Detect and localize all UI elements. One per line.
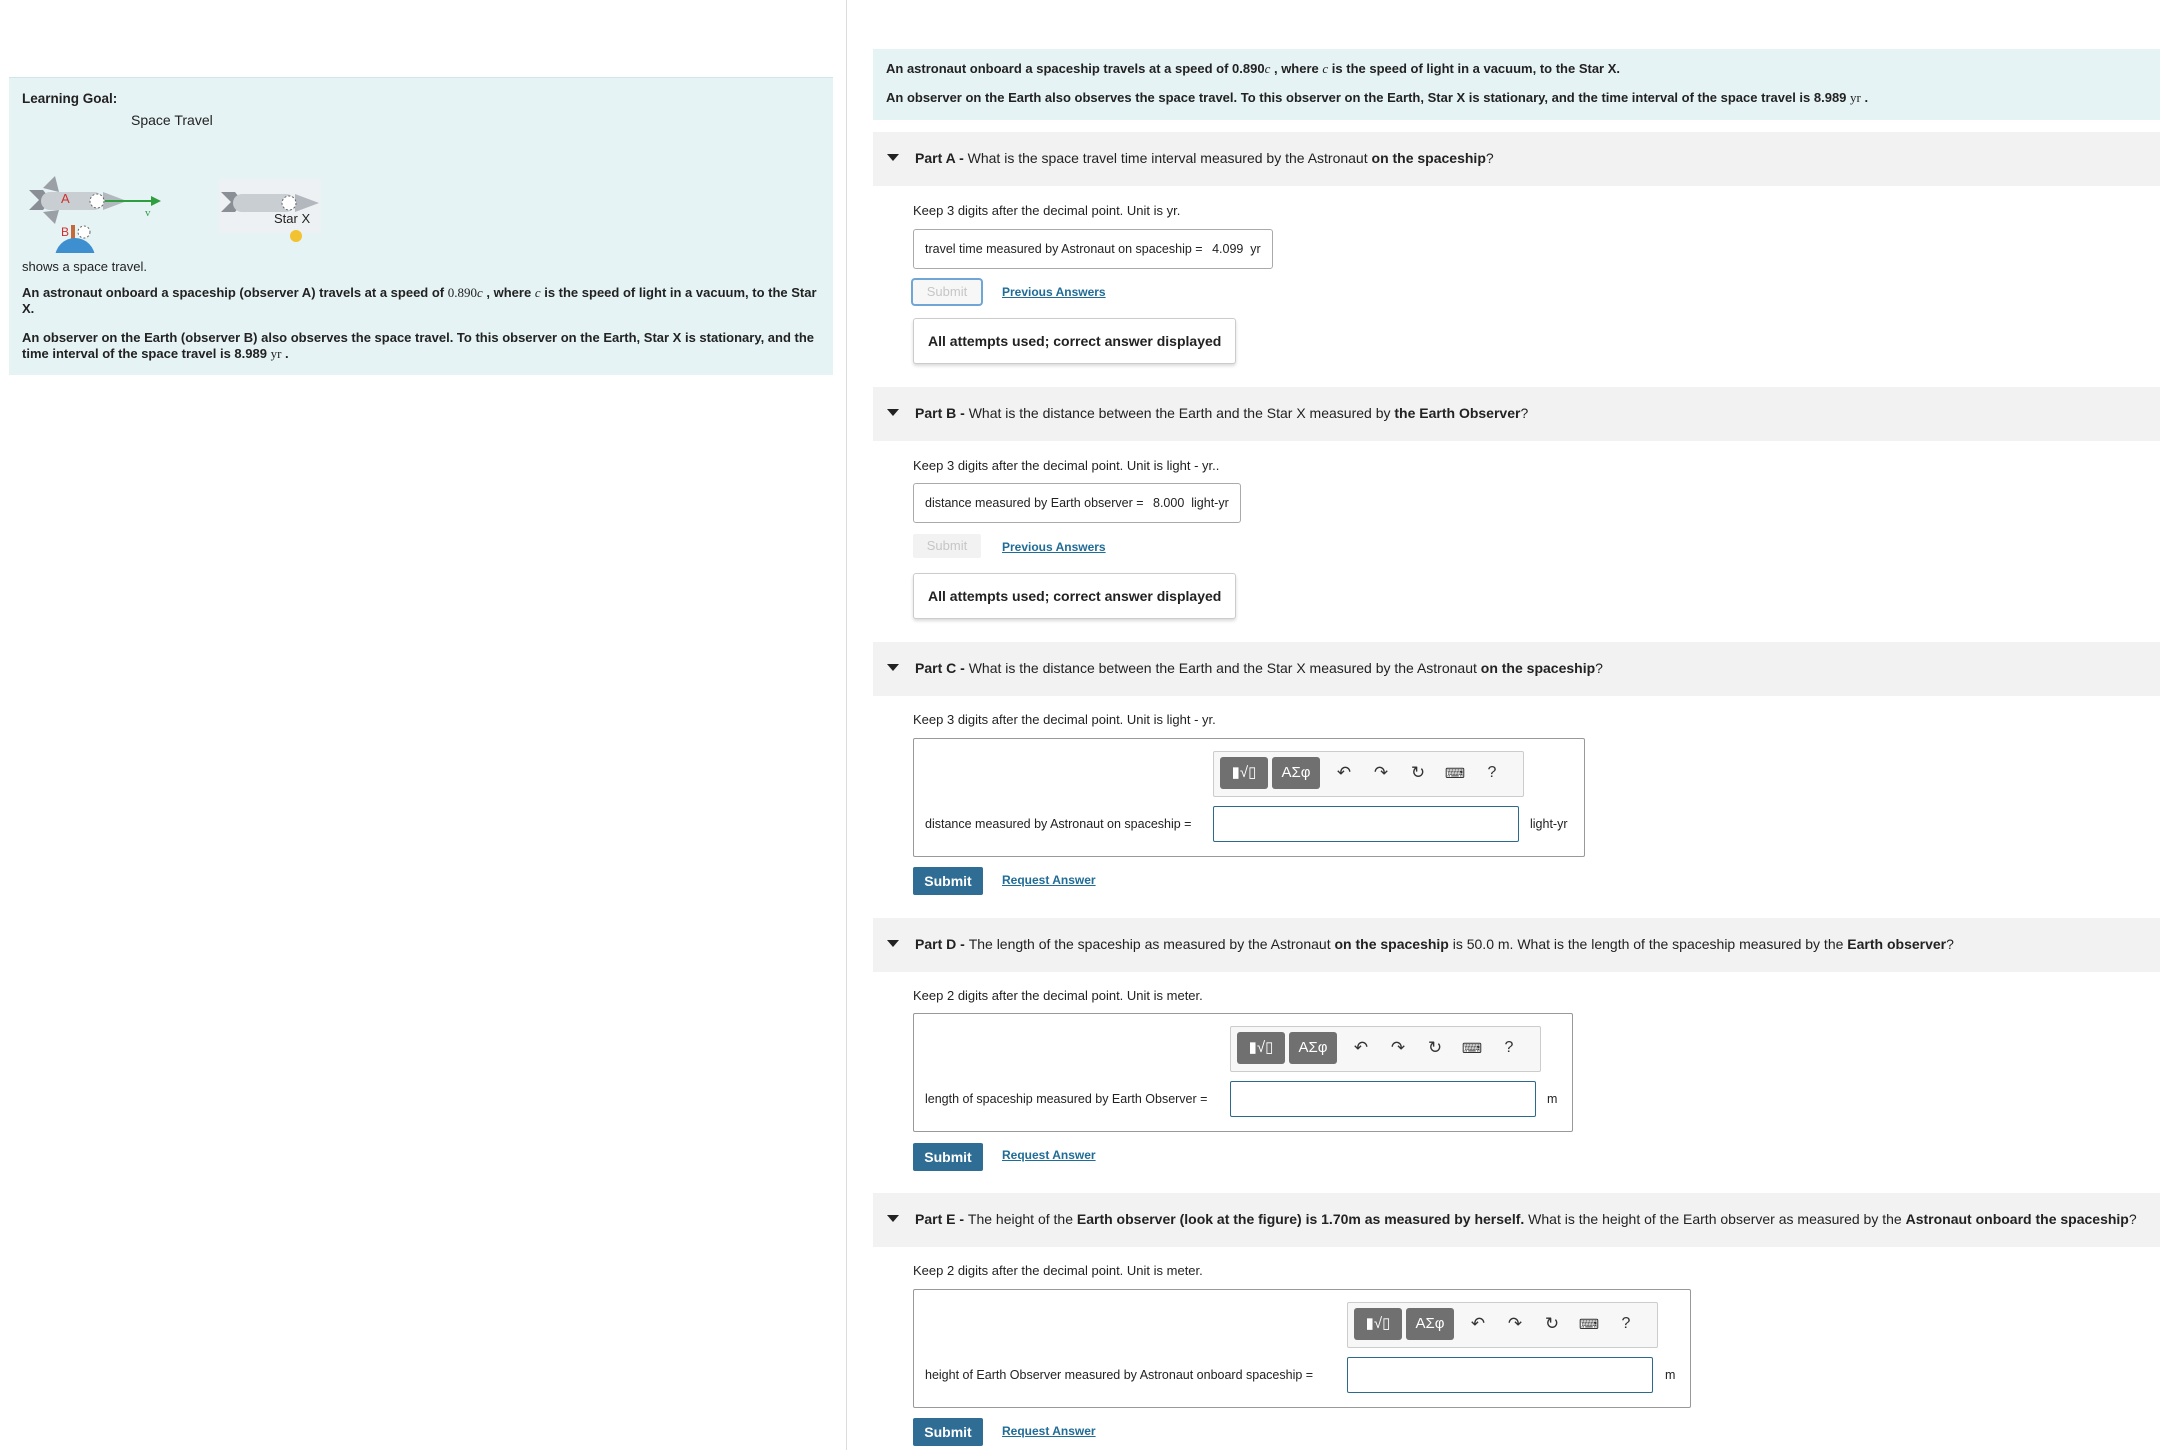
part-b-header[interactable]: Part B - What is the distance between th… xyxy=(873,387,2160,441)
help-button[interactable]: ? xyxy=(1614,1314,1638,1334)
greek-symbols-button[interactable]: ΑΣφ xyxy=(1406,1308,1454,1340)
greek-symbols-button[interactable]: ΑΣφ xyxy=(1289,1032,1337,1064)
learning-goal-paragraph-1: An astronaut onboard a spaceship (observ… xyxy=(22,285,817,316)
star-icon xyxy=(290,230,302,242)
help-button[interactable]: ? xyxy=(1480,763,1504,783)
part-e-question: Part E - The height of the Earth observe… xyxy=(915,1211,2137,1227)
earth-icon xyxy=(55,238,95,253)
redo-icon[interactable]: ↷ xyxy=(1503,1314,1527,1334)
label-v: v xyxy=(145,207,151,219)
math-toolbar: ▮√▯ ΑΣφ ↶ ↷ ↻ ⌨ ? xyxy=(1347,1302,1658,1348)
part-c-request-answer-link[interactable]: Request Answer xyxy=(1002,873,1096,887)
part-d-input-label: length of spaceship measured by Earth Ob… xyxy=(925,1092,1208,1106)
reset-icon[interactable]: ↻ xyxy=(1406,763,1430,783)
redo-icon[interactable]: ↷ xyxy=(1369,763,1393,783)
intro-line-2: An observer on the Earth also observes t… xyxy=(886,90,1869,105)
keyboard-icon[interactable]: ⌨ xyxy=(1460,1038,1484,1058)
help-button[interactable]: ? xyxy=(1497,1038,1521,1058)
part-d-answer-editor: ▮√▯ ΑΣφ ↶ ↷ ↻ ⌨ ? length of spaceship me… xyxy=(913,1013,1573,1132)
part-e-header[interactable]: Part E - The height of the Earth observe… xyxy=(873,1193,2160,1247)
part-d-hint: Keep 2 digits after the decimal point. U… xyxy=(913,988,1203,1003)
collapse-toggle-icon[interactable] xyxy=(887,409,899,416)
part-c-answer-editor: ▮√▯ ΑΣφ ↶ ↷ ↻ ⌨ ? distance measured by A… xyxy=(913,738,1585,857)
part-b-hint: Keep 3 digits after the decimal point. U… xyxy=(913,458,1220,473)
undo-icon[interactable]: ↶ xyxy=(1466,1314,1490,1334)
undo-icon[interactable]: ↶ xyxy=(1349,1038,1373,1058)
part-a-status-banner: All attempts used; correct answer displa… xyxy=(913,318,1237,364)
collapse-toggle-icon[interactable] xyxy=(887,1215,899,1222)
templates-button[interactable]: ▮√▯ xyxy=(1237,1032,1285,1064)
learning-goal-paragraph-2: An observer on the Earth (observer B) al… xyxy=(22,330,815,361)
part-c-unit: light-yr xyxy=(1530,817,1568,831)
math-toolbar: ▮√▯ ΑΣφ ↶ ↷ ↻ ⌨ ? xyxy=(1213,751,1524,797)
collapse-toggle-icon[interactable] xyxy=(887,664,899,671)
part-d-request-answer-link[interactable]: Request Answer xyxy=(1002,1148,1096,1162)
part-c-header[interactable]: Part C - What is the distance between th… xyxy=(873,642,2160,696)
part-b-question: Part B - What is the distance between th… xyxy=(915,405,1529,421)
part-e-answer-input[interactable] xyxy=(1347,1357,1653,1393)
undo-icon[interactable]: ↶ xyxy=(1332,763,1356,783)
part-c-answer-input[interactable] xyxy=(1213,806,1519,842)
problem-pane: An astronaut onboard a spaceship travels… xyxy=(873,0,2160,1450)
part-d-header[interactable]: Part D - The length of the spaceship as … xyxy=(873,918,2160,972)
part-a-submit-button[interactable]: Submit xyxy=(913,280,981,304)
collapse-toggle-icon[interactable] xyxy=(887,154,899,161)
part-a-question: Part A - What is the space travel time i… xyxy=(915,150,1494,166)
templates-button[interactable]: ▮√▯ xyxy=(1220,757,1268,789)
part-b-previous-answers-link[interactable]: Previous Answers xyxy=(1002,540,1106,554)
math-toolbar: ▮√▯ ΑΣφ ↶ ↷ ↻ ⌨ ? xyxy=(1230,1026,1541,1072)
part-e-unit: m xyxy=(1665,1368,1676,1382)
collapse-toggle-icon[interactable] xyxy=(887,940,899,947)
star-x-label: Star X xyxy=(274,211,310,226)
figure-shows-text: shows a space travel. xyxy=(22,259,148,274)
earth-observer-icon xyxy=(71,225,75,239)
part-d-submit-button[interactable]: Submit xyxy=(913,1143,983,1171)
part-b-submit-button[interactable]: Submit xyxy=(913,534,981,558)
part-a-hint: Keep 3 digits after the decimal point. U… xyxy=(913,203,1181,218)
part-a-answer-box: travel time measured by Astronaut on spa… xyxy=(913,229,1273,269)
part-c-submit-button[interactable]: Submit xyxy=(913,867,983,895)
reset-icon[interactable]: ↻ xyxy=(1540,1314,1564,1334)
part-a-previous-answers-link[interactable]: Previous Answers xyxy=(1002,285,1106,299)
greek-symbols-button[interactable]: ΑΣφ xyxy=(1272,757,1320,789)
templates-button[interactable]: ▮√▯ xyxy=(1354,1308,1402,1340)
redo-icon[interactable]: ↷ xyxy=(1386,1038,1410,1058)
part-e-input-label: height of Earth Observer measured by Ast… xyxy=(925,1368,1314,1382)
learning-goal-box: Learning Goal: Space Travel A v Star X B… xyxy=(9,77,833,375)
keyboard-icon[interactable]: ⌨ xyxy=(1577,1314,1601,1334)
label-b: B xyxy=(61,225,69,239)
part-d-unit: m xyxy=(1547,1092,1558,1106)
part-c-question: Part C - What is the distance between th… xyxy=(915,660,1603,676)
part-e-hint: Keep 2 digits after the decimal point. U… xyxy=(913,1263,1203,1278)
part-e-answer-editor: ▮√▯ ΑΣφ ↶ ↷ ↻ ⌨ ? height of Earth Observ… xyxy=(913,1289,1691,1408)
part-e-submit-button[interactable]: Submit xyxy=(913,1418,983,1446)
part-c-hint: Keep 3 digits after the decimal point. U… xyxy=(913,712,1216,727)
reset-icon[interactable]: ↻ xyxy=(1423,1038,1447,1058)
part-b-answer-box: distance measured by Earth observer = 8.… xyxy=(913,483,1241,523)
keyboard-icon[interactable]: ⌨ xyxy=(1443,763,1467,783)
learning-goal-title: Learning Goal: xyxy=(22,91,118,106)
label-a: A xyxy=(61,191,70,206)
part-b-status-banner: All attempts used; correct answer displa… xyxy=(913,573,1237,619)
learning-goal-pane: Learning Goal: Space Travel A v Star X B… xyxy=(0,0,847,1450)
part-a-header[interactable]: Part A - What is the space travel time i… xyxy=(873,132,2160,186)
intro-line-1: An astronaut onboard a spaceship travels… xyxy=(886,61,1620,76)
part-d-question: Part D - The length of the spaceship as … xyxy=(915,936,1954,952)
part-e-request-answer-link[interactable]: Request Answer xyxy=(1002,1424,1096,1438)
problem-intro: An astronaut onboard a spaceship travels… xyxy=(873,49,2160,120)
space-travel-figure: A v Star X B xyxy=(29,176,321,253)
part-c-input-label: distance measured by Astronaut on spaces… xyxy=(925,817,1192,831)
part-d-answer-input[interactable] xyxy=(1230,1081,1536,1117)
